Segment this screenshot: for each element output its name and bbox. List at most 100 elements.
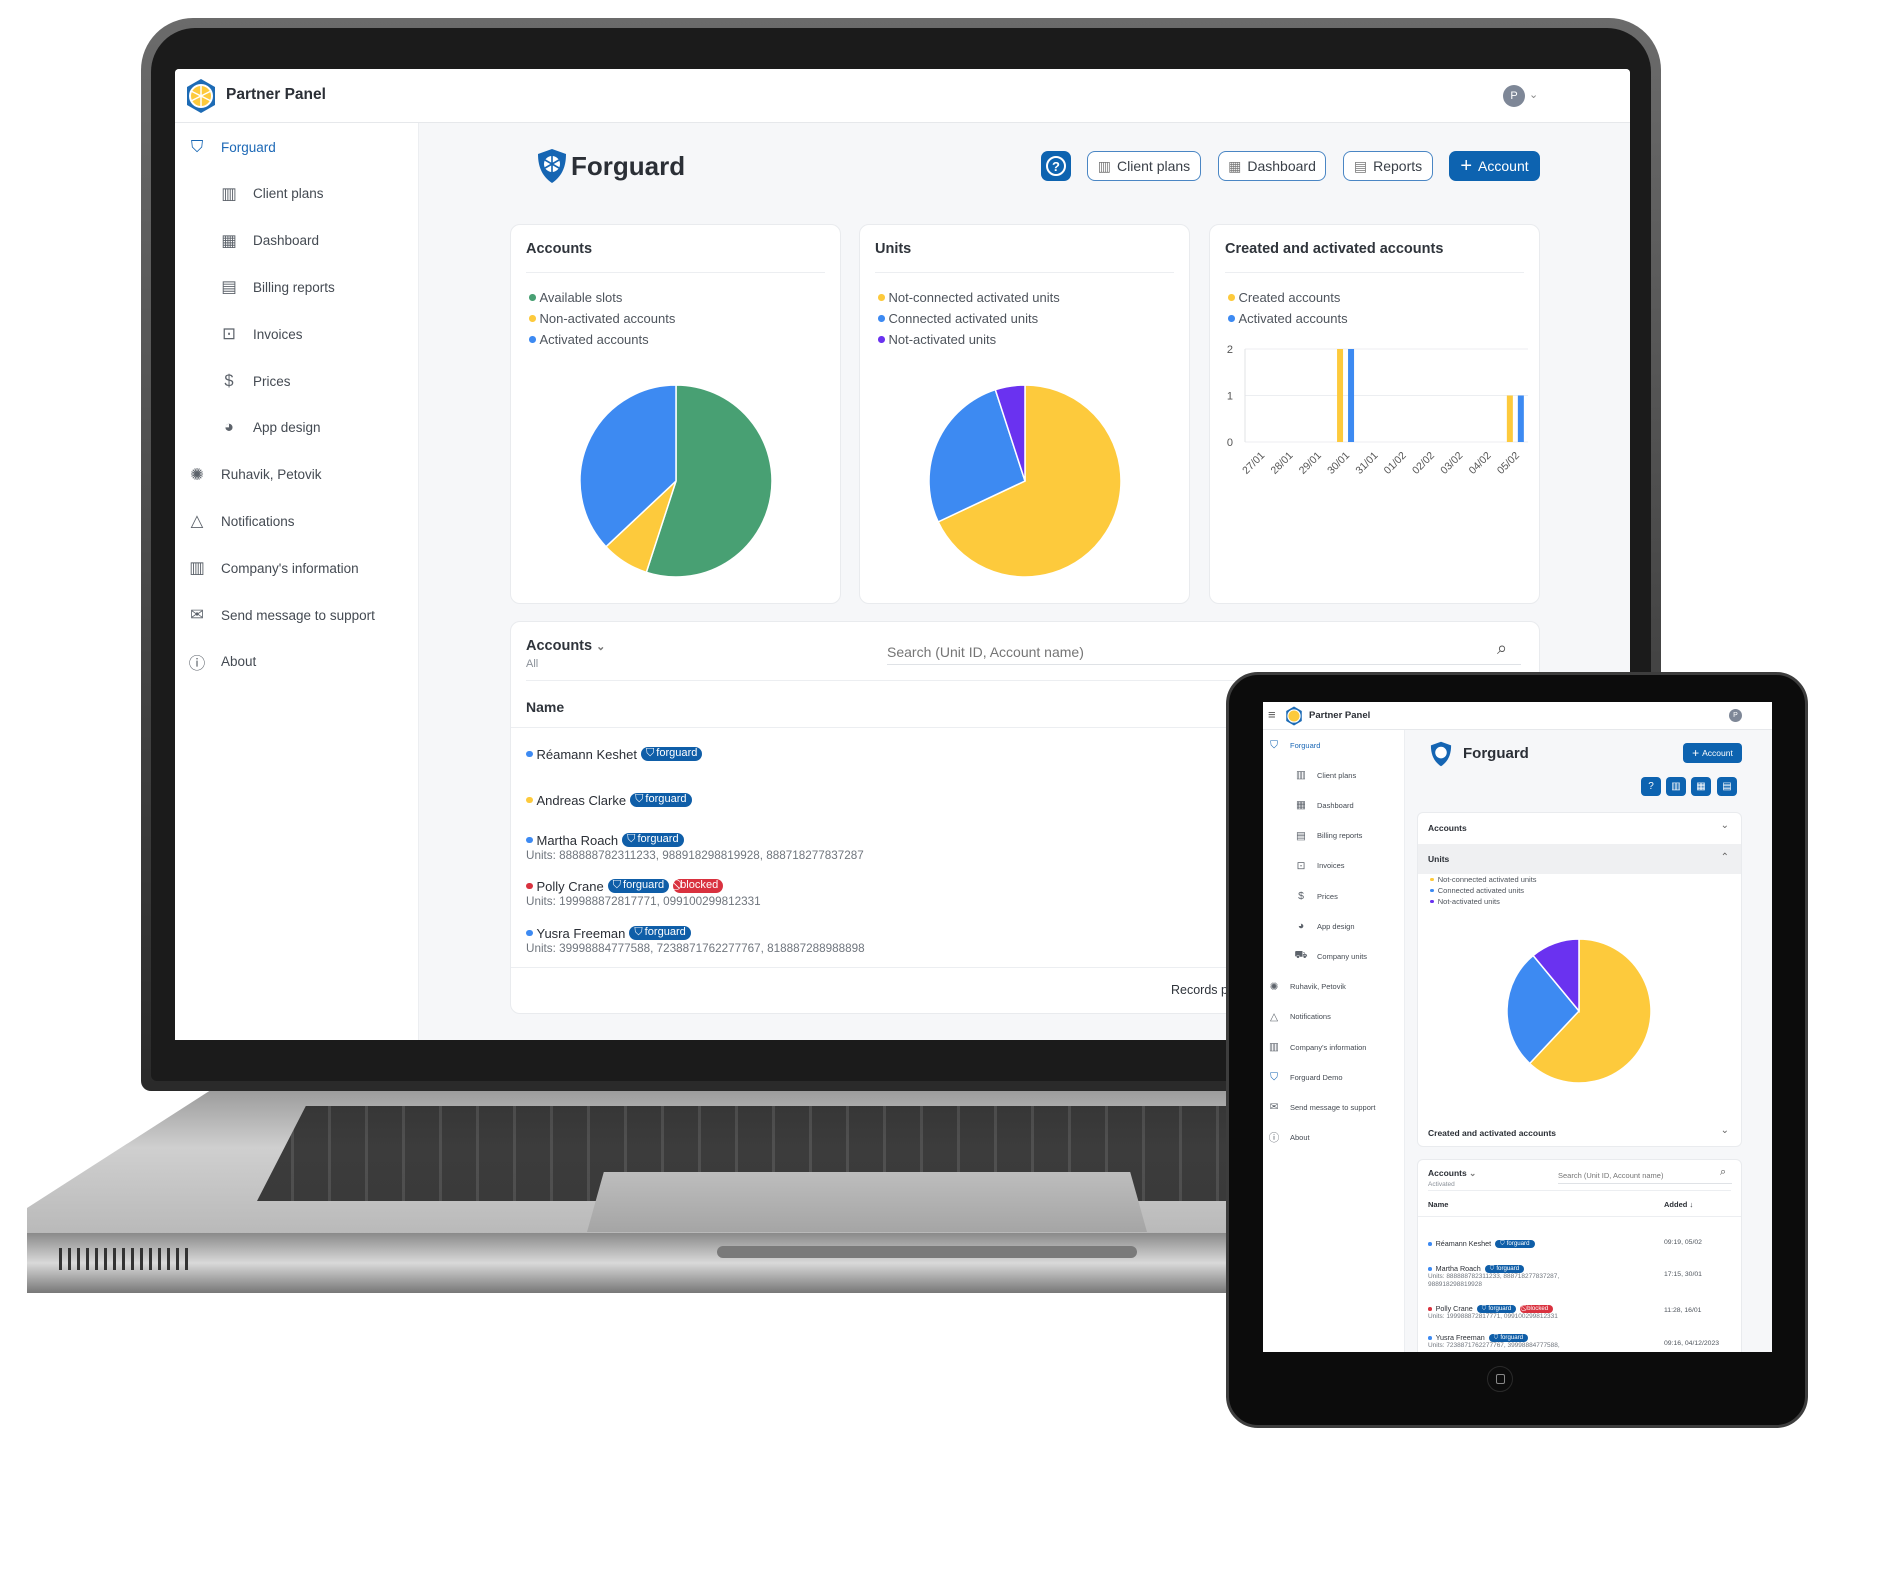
account-name[interactable]: Andreas Clarke bbox=[537, 793, 627, 808]
table-row[interactable]: Yusra Freeman ⛉ forguard Units: 72388717622… bbox=[1428, 1333, 1741, 1349]
client-plans-label: Client plans bbox=[1117, 158, 1191, 174]
x-tick-label: 01/02 bbox=[1382, 450, 1409, 477]
legend-item[interactable]: Activated accounts bbox=[529, 332, 649, 347]
status-dot bbox=[526, 750, 533, 758]
building-icon: ▥ bbox=[189, 559, 205, 578]
account-name[interactable]: Yusra Freeman bbox=[537, 926, 626, 941]
sidebar-item-company-units[interactable]: ⛟ Company units bbox=[1294, 947, 1367, 965]
legend-item[interactable]: Connected activated units bbox=[878, 311, 1038, 326]
sidebar-item-ruhavik-petovik[interactable]: ✺ Ruhavik, Petovik bbox=[1267, 978, 1346, 996]
accordion-created[interactable]: Created and activated accounts ⌄ bbox=[1418, 1118, 1741, 1146]
shield-icon: ⛉ bbox=[1481, 1304, 1487, 1312]
blocked-badge: ⃠blocked bbox=[673, 879, 724, 893]
sidebar-item-forguard[interactable]: ⛉ Forguard bbox=[187, 132, 276, 162]
add-account-button[interactable]: + Account bbox=[1683, 743, 1742, 763]
reports-button[interactable]: ▤ Reports bbox=[1343, 151, 1433, 181]
sidebar-item-forguard-demo[interactable]: ⛉ Forguard Demo bbox=[1267, 1068, 1342, 1086]
sidebar-item-prices[interactable]: $ Prices bbox=[1294, 887, 1338, 905]
legend-swatch bbox=[878, 315, 885, 322]
sidebar-item-company-s-information[interactable]: ▥ Company's information bbox=[187, 553, 358, 583]
sidebar-item-notifications[interactable]: △ Notifications bbox=[1267, 1008, 1331, 1026]
bar-created-accounts[interactable] bbox=[1506, 395, 1513, 443]
sidebar-item-forguard[interactable]: ⛉ Forguard bbox=[1267, 736, 1320, 754]
sidebar-item-prices[interactable]: $ Prices bbox=[219, 366, 290, 396]
page-title: Forguard bbox=[571, 151, 686, 181]
legend-item[interactable]: Not-connected activated units bbox=[878, 290, 1060, 305]
bar-created-accounts[interactable] bbox=[1337, 349, 1344, 442]
account-name[interactable]: Polly Crane bbox=[1436, 1304, 1473, 1313]
reports-button[interactable]: ▤ bbox=[1717, 777, 1737, 796]
sidebar-item-billing-reports[interactable]: ▤ Billing reports bbox=[219, 272, 335, 302]
car-icon: ⛟ bbox=[1294, 949, 1308, 962]
sidebar-item-label: Send message to support bbox=[1290, 1102, 1376, 1112]
help-button[interactable]: ? bbox=[1641, 777, 1661, 796]
sidebar-item-notifications[interactable]: △ Notifications bbox=[187, 506, 295, 536]
pie-chart bbox=[1506, 938, 1652, 1084]
sidebar-item-send-message-to-support[interactable]: ✉ Send message to support bbox=[1267, 1098, 1376, 1116]
account-name[interactable]: Réamann Keshet bbox=[1436, 1239, 1492, 1248]
client-plans-button[interactable]: ▥ bbox=[1666, 777, 1686, 796]
account-name[interactable]: Martha Roach bbox=[1436, 1264, 1481, 1273]
help-icon: ? bbox=[1648, 781, 1654, 792]
legend-item[interactable]: Activated accounts bbox=[1228, 311, 1348, 326]
table-row[interactable]: Martha Roach ⛉ forguard Units: 888888782311… bbox=[1428, 1264, 1741, 1288]
user-avatar[interactable]: P bbox=[1503, 85, 1525, 107]
sidebar-item-about[interactable]: ⓘ About bbox=[1267, 1129, 1310, 1147]
account-name[interactable]: Réamann Keshet bbox=[537, 747, 637, 762]
sidebar-item-label: Forguard bbox=[1290, 740, 1321, 750]
bar-activated-accounts[interactable] bbox=[1517, 395, 1524, 443]
units-chart-card: Units Not-connected activated units Conne… bbox=[859, 224, 1190, 604]
table-row[interactable]: Réamann Keshet ⛉ forguard 09:19, 05/02 bbox=[1428, 1239, 1741, 1248]
account-name[interactable]: Yusra Freeman bbox=[1436, 1333, 1485, 1342]
legend-item[interactable]: Created accounts bbox=[1228, 290, 1340, 305]
sidebar-item-app-design[interactable]: ◕ App design bbox=[219, 413, 321, 443]
accordion-units[interactable]: Units ⌃ bbox=[1418, 844, 1741, 874]
sidebar-item-client-plans[interactable]: ▥ Client plans bbox=[1294, 766, 1356, 784]
add-account-button[interactable]: + Account bbox=[1449, 151, 1540, 181]
legend-label: Activated accounts bbox=[539, 332, 649, 347]
sidebar-item-dashboard[interactable]: ▦ Dashboard bbox=[219, 226, 319, 256]
added-date: 11:28, 16/01 bbox=[1664, 1307, 1702, 1315]
status-dot bbox=[526, 796, 533, 804]
sidebar-item-label: Dashboard bbox=[1317, 800, 1354, 810]
dashboard-icon: ▦ bbox=[1228, 157, 1242, 174]
sidebar-item-client-plans[interactable]: ▥ Client plans bbox=[219, 179, 323, 209]
sidebar-item-about[interactable]: ⓘ About bbox=[187, 647, 257, 677]
bar-activated-accounts[interactable] bbox=[1348, 349, 1355, 442]
legend-item[interactable]: Non-activated accounts bbox=[529, 311, 675, 326]
legend-item[interactable]: Not-connected activated units bbox=[1430, 875, 1537, 884]
accounts-table-card: Accounts ⌄ Activated ⌕ Name Added ↓ Réam… bbox=[1417, 1159, 1742, 1352]
sidebar-item-app-design[interactable]: ◕ App design bbox=[1294, 917, 1355, 935]
sidebar-item-invoices[interactable]: ⊡ Invoices bbox=[1294, 857, 1345, 875]
accordion-accounts[interactable]: Accounts ⌄ bbox=[1418, 813, 1741, 844]
billing-reports-icon: ▤ bbox=[221, 278, 237, 297]
chevron-down-icon[interactable]: ⌄ bbox=[1529, 88, 1538, 101]
dashboard-button[interactable]: ▦ Dashboard bbox=[1218, 151, 1326, 181]
help-button[interactable]: ? bbox=[1041, 151, 1071, 181]
legend-item[interactable]: Not-activated units bbox=[878, 332, 996, 347]
sidebar-item-label: Forguard bbox=[221, 139, 276, 155]
x-tick-label: 27/01 bbox=[1240, 450, 1267, 477]
legend-item[interactable]: Available slots bbox=[529, 290, 622, 305]
sidebar-item-dashboard[interactable]: ▦ Dashboard bbox=[1294, 796, 1354, 814]
hamburger-menu-icon[interactable]: ≡ bbox=[1268, 707, 1276, 722]
sidebar-item-company-s-information[interactable]: ▥ Company's information bbox=[1267, 1038, 1366, 1056]
sidebar-item-ruhavik-petovik[interactable]: ✺ Ruhavik, Petovik bbox=[187, 460, 321, 490]
user-avatar[interactable]: P bbox=[1729, 709, 1742, 722]
client-plans-button[interactable]: ▥ Client plans bbox=[1087, 151, 1201, 181]
legend-item[interactable]: Connected activated units bbox=[1430, 886, 1524, 895]
x-tick-label: 04/02 bbox=[1467, 450, 1494, 477]
dashboard-button[interactable]: ▦ bbox=[1691, 777, 1711, 796]
legend-item[interactable]: Not-activated units bbox=[1430, 897, 1500, 906]
sidebar-item-invoices[interactable]: ⊡ Invoices bbox=[219, 319, 302, 349]
sidebar-item-billing-reports[interactable]: ▤ Billing reports bbox=[1294, 827, 1362, 845]
sidebar-item-send-message-to-support[interactable]: ✉ Send message to support bbox=[187, 600, 375, 630]
sidebar-item-label: Company units bbox=[1317, 951, 1368, 961]
table-row[interactable]: Polly Crane⛉forguard⃠blockedUnits: 19998… bbox=[1428, 1304, 1741, 1320]
sidebar-item-label: App design bbox=[1317, 921, 1355, 931]
forguard-badge: ⛉ forguard bbox=[630, 793, 692, 807]
account-name[interactable]: Polly Crane bbox=[537, 879, 604, 894]
shield-icon: ⛉ bbox=[634, 926, 643, 939]
dashboard-label: Dashboard bbox=[1247, 158, 1316, 174]
account-name[interactable]: Martha Roach bbox=[537, 833, 619, 848]
